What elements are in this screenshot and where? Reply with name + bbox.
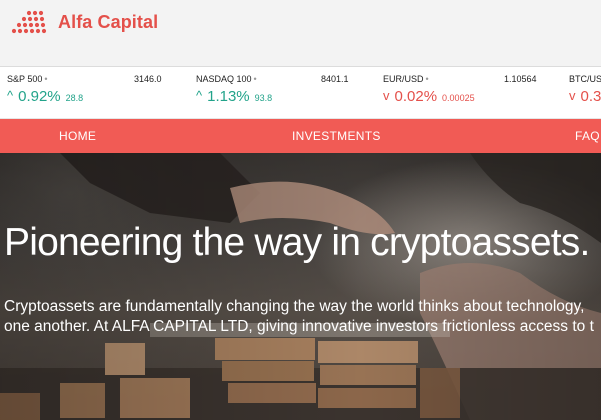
brand-logo[interactable]: Alfa Capital: [7, 10, 158, 34]
ticker-change-pct: 0.92%: [18, 88, 61, 105]
chevron-up-icon: ^: [196, 88, 203, 103]
chevron-down-icon: v: [383, 88, 390, 103]
ticker-dot-icon: •: [425, 74, 429, 84]
ticker-item-btcusd[interactable]: BTC/USD v 0.3: [569, 67, 601, 118]
ticker-symbol: S&P 500: [7, 74, 43, 84]
nav-item-investments[interactable]: INVESTMENTS: [292, 129, 381, 143]
chevron-down-icon: v: [569, 88, 576, 103]
hero-banner: Pioneering the way in cryptoassets. Cryp…: [0, 153, 601, 420]
ticker-price: 1.10564: [504, 74, 537, 84]
ticker-price: 8401.1: [321, 74, 349, 84]
ticker-dot-icon: •: [44, 74, 48, 84]
ticker-change-abs: 28.8: [65, 93, 84, 103]
ticker-symbol: NASDAQ 100: [196, 74, 252, 84]
hero-title: Pioneering the way in cryptoassets.: [4, 221, 590, 264]
hero-text-line: Cryptoassets are fundamentally changing …: [4, 298, 585, 315]
ticker-change-pct: 0.02%: [394, 88, 438, 105]
chevron-up-icon: ^: [7, 88, 14, 103]
ticker-symbol: EUR/USD: [383, 74, 424, 84]
brand-name: Alfa Capital: [58, 11, 159, 32]
ticker-symbol: BTC/USD: [569, 74, 601, 84]
ticker-change-abs: 93.8: [254, 93, 273, 103]
dot-triangle-logo-icon: [11, 10, 47, 34]
ticker-change-abs: 0.00025: [442, 93, 475, 103]
ticker-item-sp500[interactable]: S&P 500 • 3146.0 ^ 0.92% 28.8: [7, 67, 167, 118]
nav-item-home[interactable]: HOME: [59, 129, 96, 143]
hero-overlay: [0, 153, 601, 420]
nav-item-faq[interactable]: FAQ: [575, 129, 600, 143]
ticker-change-pct: 0.3: [580, 88, 601, 105]
main-nav: HOME INVESTMENTS FAQ: [0, 119, 601, 153]
market-ticker: S&P 500 • 3146.0 ^ 0.92% 28.8 NASDAQ 100 •…: [0, 67, 601, 119]
site-header: Alfa Capital: [0, 0, 601, 67]
ticker-change-pct: 1.13%: [207, 88, 250, 105]
ticker-dot-icon: •: [253, 74, 257, 84]
ticker-item-eurusd[interactable]: EUR/USD • 1.10564 v 0.02% 0.00025: [383, 67, 543, 118]
ticker-item-nasdaq[interactable]: NASDAQ 100 • 8401.1 ^ 1.13% 93.8: [196, 67, 356, 118]
hero-text-line: one another. At ALFA CAPITAL LTD, giving…: [4, 318, 594, 335]
hero-description: Cryptoassets are fundamentally changing …: [4, 297, 601, 337]
ticker-price: 3146.0: [134, 74, 162, 84]
